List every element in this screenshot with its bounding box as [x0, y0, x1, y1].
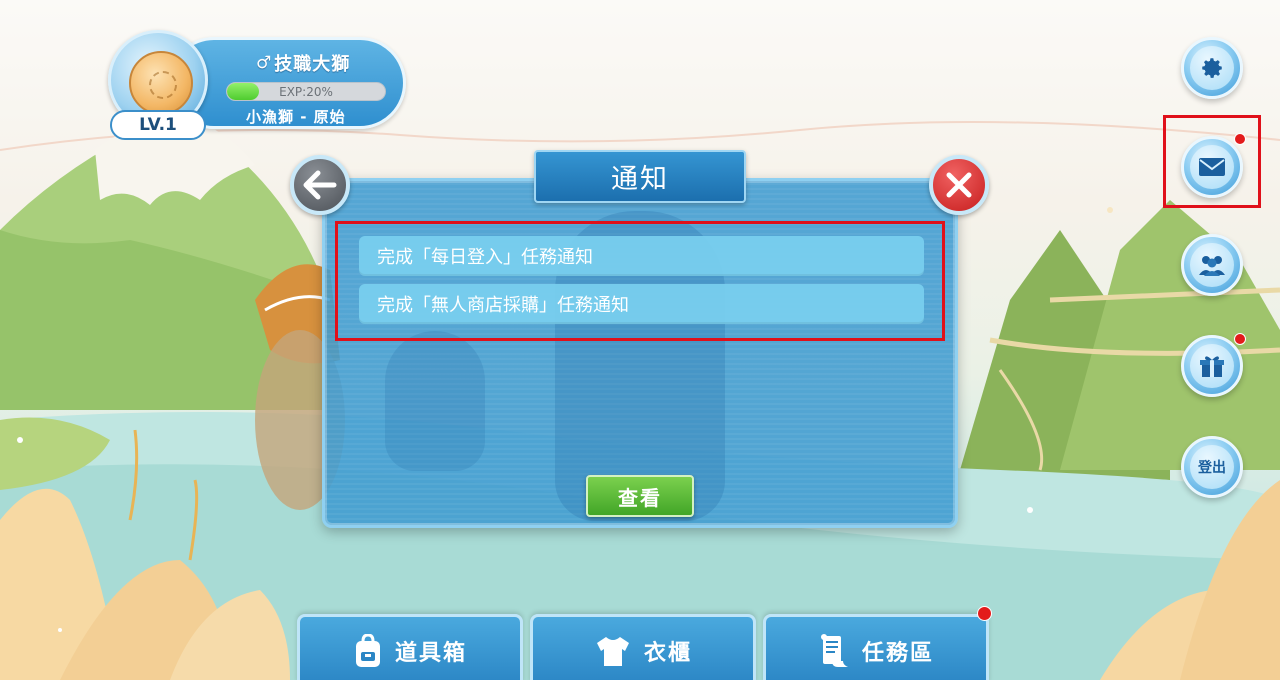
- notification-item[interactable]: 完成「每日登入」任務通知: [359, 236, 924, 276]
- gear-icon: [1202, 58, 1222, 78]
- gift-button[interactable]: [1181, 335, 1243, 397]
- back-arrow-icon: [303, 170, 337, 200]
- close-button[interactable]: [929, 155, 989, 215]
- notification-text: 完成「無人商店採購」任務通知: [377, 295, 629, 316]
- tshirt-icon: [594, 635, 632, 667]
- mail-icon: [1199, 158, 1225, 176]
- player-name: ♂ 技職大獅: [256, 50, 350, 76]
- mail-notification-dot: [1234, 133, 1246, 145]
- tab-missions[interactable]: 任務區: [763, 614, 989, 680]
- tab-item-box[interactable]: 道具箱: [297, 614, 523, 680]
- gift-button-inner: [1190, 344, 1234, 388]
- mail-button[interactable]: [1181, 136, 1243, 198]
- player-profile-card[interactable]: ♂ 技職大獅 EXP:20% 小漁獅 - 原始 LV.1: [108, 30, 408, 140]
- dialog-title: 通知: [534, 150, 746, 203]
- background-character-silhouette-small: [385, 331, 485, 471]
- tab-wardrobe[interactable]: 衣櫃: [530, 614, 756, 680]
- logout-button[interactable]: 登出: [1181, 436, 1243, 498]
- avatar-coin-icon: [129, 51, 193, 115]
- exp-progress-text: EXP:20%: [279, 84, 333, 99]
- notification-text: 完成「每日登入」任務通知: [377, 247, 593, 268]
- logout-button-inner: 登出: [1190, 445, 1234, 489]
- gift-icon: [1200, 356, 1224, 377]
- settings-button[interactable]: [1181, 37, 1243, 99]
- player-name-text: 技職大獅: [274, 54, 351, 75]
- settings-button-inner: [1190, 46, 1234, 90]
- tab-label: 道具箱: [394, 640, 467, 666]
- notification-item[interactable]: 完成「無人商店採購」任務通知: [359, 284, 924, 324]
- mail-button-inner: [1190, 145, 1234, 189]
- friends-button-inner: [1190, 243, 1234, 287]
- tab-label: 衣櫃: [643, 640, 692, 666]
- view-button[interactable]: 查看: [586, 475, 694, 517]
- back-button[interactable]: [290, 155, 350, 215]
- scroll-icon: [818, 633, 850, 669]
- exp-progress-bar: EXP:20%: [226, 82, 386, 101]
- friends-button[interactable]: [1181, 234, 1243, 296]
- backpack-icon: [353, 633, 383, 668]
- level-badge: LV.1: [110, 110, 206, 140]
- tab-label: 任務區: [861, 640, 934, 666]
- missions-notification-dot: [977, 606, 992, 621]
- logout-label: 登出: [1198, 460, 1226, 476]
- gift-notification-dot: [1234, 333, 1246, 345]
- notification-list: 完成「每日登入」任務通知 完成「無人商店採購」任務通知: [335, 221, 945, 341]
- friends-icon: [1199, 256, 1225, 276]
- player-title: 小漁獅 - 原始: [246, 108, 346, 126]
- close-icon: [946, 172, 972, 198]
- male-gender-icon: ♂: [256, 53, 273, 73]
